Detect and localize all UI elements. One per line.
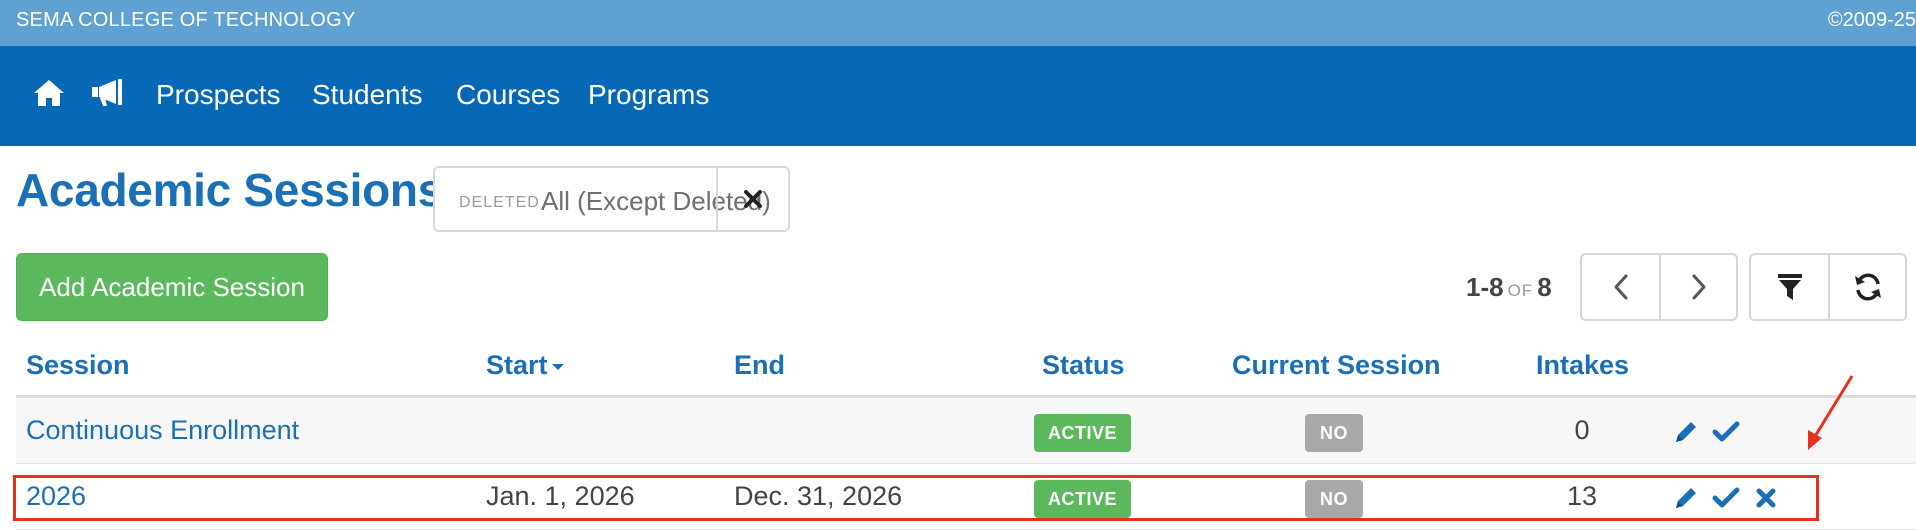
chevron-left-icon: [1614, 274, 1627, 300]
nav-link-courses[interactable]: Courses: [456, 79, 560, 111]
column-header-start[interactable]: Start: [486, 350, 564, 381]
pagination-buttons: [1580, 253, 1738, 321]
next-page-button[interactable]: [1659, 255, 1736, 319]
pagination-total: 8: [1537, 272, 1552, 302]
check-icon[interactable]: [1712, 418, 1740, 446]
copyright-text: ©2009-25: [1827, 9, 1916, 31]
column-header-start-label: Start: [486, 350, 548, 380]
column-header-current-session[interactable]: Current Session: [1232, 350, 1441, 381]
close-icon[interactable]: [1752, 484, 1780, 512]
table-row: Continuous Enrollment ACTIVE NO 0: [16, 398, 1916, 464]
bullhorn-icon[interactable]: [90, 78, 126, 113]
add-academic-session-button[interactable]: Add Academic Session: [16, 253, 328, 321]
column-header-status[interactable]: Status: [1042, 350, 1125, 381]
filter-button[interactable]: [1751, 255, 1828, 319]
organization-name: SEMA COLLEGE OF TECHNOLOGY: [16, 9, 356, 31]
pencil-icon[interactable]: [1672, 484, 1700, 512]
main-nav: Prospects Students Courses Programs: [0, 46, 1916, 146]
sort-caret-icon: [551, 363, 564, 370]
status-badge: ACTIVE: [1034, 480, 1131, 518]
column-header-intakes[interactable]: Intakes: [1536, 350, 1629, 381]
filter-clear-button[interactable]: [716, 168, 788, 230]
pagination-range: 1-8: [1466, 272, 1504, 302]
refresh-icon: [1854, 273, 1881, 301]
pagination-summary: 1-8 OF 8: [1466, 272, 1552, 303]
check-icon[interactable]: [1712, 484, 1740, 512]
page-title: Academic Sessions: [16, 164, 444, 216]
intakes-count: 0: [1574, 415, 1590, 445]
session-end: Dec. 31, 2026: [734, 481, 903, 511]
column-header-end[interactable]: End: [734, 350, 785, 381]
close-icon: [744, 190, 762, 208]
chevron-right-icon: [1692, 274, 1705, 300]
nav-link-prospects[interactable]: Prospects: [156, 79, 281, 111]
top-strip: SEMA COLLEGE OF TECHNOLOGY ©2009-25: [0, 0, 1916, 46]
session-name-link[interactable]: Continuous Enrollment: [26, 415, 299, 446]
nav-link-programs[interactable]: Programs: [588, 79, 709, 111]
funnel-icon: [1777, 274, 1802, 300]
status-badge: ACTIVE: [1034, 414, 1131, 452]
table-header: Session Start End Status Current Session…: [16, 336, 1916, 398]
current-session-badge: NO: [1305, 414, 1363, 452]
toolbar-buttons: [1749, 253, 1907, 321]
filter-label: DELETED: [459, 194, 540, 211]
deleted-filter[interactable]: DELETED All (Except Deleted): [433, 166, 790, 232]
refresh-button[interactable]: [1828, 255, 1905, 319]
nav-link-students[interactable]: Students: [312, 79, 423, 111]
table-row: 2026 Jan. 1, 2026 Dec. 31, 2026 ACTIVE N…: [16, 464, 1916, 530]
column-header-session[interactable]: Session: [26, 350, 130, 381]
previous-page-button[interactable]: [1582, 255, 1659, 319]
session-start: Jan. 1, 2026: [486, 481, 635, 511]
annotation-arrow: [1808, 375, 1854, 450]
pencil-icon[interactable]: [1672, 418, 1700, 446]
session-name-link[interactable]: 2026: [26, 481, 86, 512]
current-session-badge: NO: [1305, 480, 1363, 518]
pagination-of: OF: [1507, 281, 1534, 300]
sessions-table: Session Start End Status Current Session…: [16, 336, 1916, 530]
home-icon[interactable]: [32, 78, 66, 113]
intakes-count: 13: [1566, 481, 1598, 511]
